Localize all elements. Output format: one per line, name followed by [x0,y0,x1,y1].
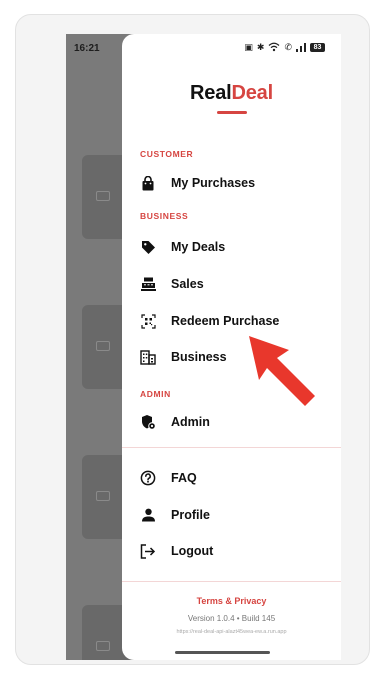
shield-icon [140,414,156,430]
api-url-text: https://real-deal-api-alazt45wea-ew.a.ru… [176,629,287,635]
section-admin: ADMIN [140,389,171,399]
annotation-arrow-icon [249,336,315,406]
logout-icon [140,543,156,559]
menu-label: Business [171,350,227,364]
person-icon [140,507,156,523]
menu-label: My Deals [171,240,226,254]
wifi-icon [269,42,280,52]
terms-privacy-link[interactable]: Terms & Privacy [122,596,341,606]
status-icons: ▣ ✱ ✆ 83 [244,40,325,54]
menu-label: Profile [171,508,210,522]
cash-register-icon [140,276,156,292]
version-text: Version 1.0.4 • Build 145 [187,614,276,623]
divider [122,447,341,448]
menu-item-my-purchases[interactable]: My Purchases [122,168,341,198]
section-business: BUSINESS [140,211,189,221]
menu-item-logout[interactable]: Logout [122,536,341,566]
shopping-bag-icon [140,175,156,191]
app-logo: RealDeal [122,82,341,105]
menu-label: Admin [171,415,210,429]
status-time: 16:21 [74,43,100,54]
menu-label: Logout [171,544,214,558]
logo-underline [217,111,247,114]
menu-item-my-deals[interactable]: My Deals [122,232,341,262]
vibrate-icon: ▣ [244,42,253,52]
menu-item-profile[interactable]: Profile [122,500,341,530]
qr-scan-icon [140,313,156,329]
menu-item-faq[interactable]: FAQ [122,463,341,493]
menu-label: FAQ [171,471,197,485]
building-icon [140,349,156,365]
menu-label: Sales [171,277,204,291]
menu-label: Redeem Purchase [171,314,280,328]
battery-icon: 83 [310,42,325,52]
image-placeholder-icon [96,491,110,501]
logo-part-2: Deal [231,82,274,104]
section-customer: CUSTOMER [140,149,194,159]
logo-part-1: Real [190,82,232,104]
divider [122,581,341,582]
bluetooth-icon: ✱ [256,42,265,52]
help-circle-icon [140,470,156,486]
menu-label: My Purchases [171,176,256,190]
menu-item-sales[interactable]: Sales [122,269,341,299]
call-icon: ✆ [284,42,292,52]
tag-icon [140,239,156,255]
image-placeholder-icon [96,191,110,201]
image-placeholder-icon [96,341,110,351]
image-placeholder-icon [96,641,110,651]
signal-icon [296,42,306,52]
home-indicator[interactable] [175,651,270,654]
